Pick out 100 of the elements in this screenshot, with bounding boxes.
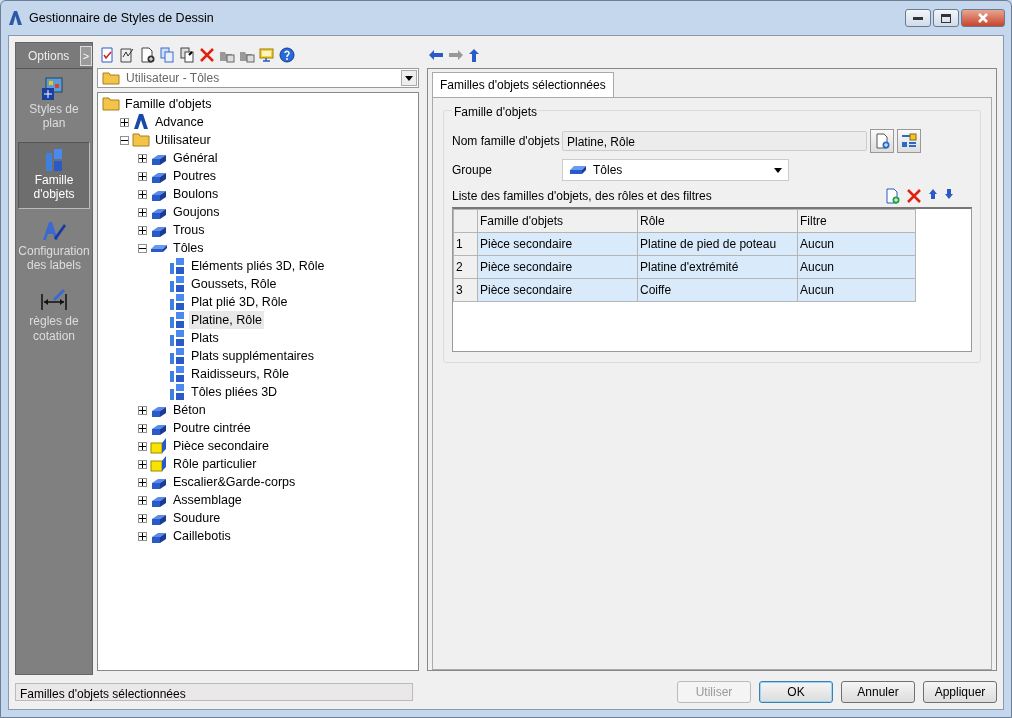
monitor-icon[interactable] xyxy=(259,47,275,63)
tree-item[interactable]: Poutre cintrée xyxy=(171,418,253,438)
expand-toggle[interactable] xyxy=(138,189,147,199)
caret-icon xyxy=(405,75,413,81)
tree-item[interactable]: Poutres xyxy=(171,166,219,186)
tree-item[interactable]: Raidisseurs, Rôle xyxy=(189,364,291,384)
logo-icon xyxy=(132,113,150,131)
list-icon xyxy=(901,133,917,149)
tree-item[interactable]: Béton xyxy=(171,400,208,420)
plus-icon xyxy=(139,532,146,540)
tab[interactable]: Familles d'objets sélectionnées xyxy=(432,72,614,97)
dialog-button[interactable]: Annuler xyxy=(841,681,915,703)
tree-item[interactable]: Famille d'objets xyxy=(123,94,214,114)
expand-toggle[interactable] xyxy=(138,171,147,181)
paste-icon[interactable] xyxy=(179,47,195,63)
table-cell: Pièce secondaire xyxy=(477,232,638,256)
plus-icon xyxy=(139,460,146,468)
up-arrow-icon[interactable] xyxy=(469,48,479,62)
column-header[interactable]: Filtre xyxy=(797,209,916,233)
row-number: 1 xyxy=(453,232,478,256)
field-label: Nom famille d'objets xyxy=(452,133,561,150)
maximize-button[interactable] xyxy=(933,9,959,27)
expand-toggle[interactable] xyxy=(138,207,147,217)
blocks-icon xyxy=(168,365,186,383)
window-title: Gestionnaire de Styles de Dessin xyxy=(29,9,214,27)
collapse-toggle[interactable] xyxy=(138,243,147,253)
properties-button[interactable] xyxy=(897,129,921,153)
table-cell: Aucun xyxy=(797,255,916,279)
table-cell: Coiffe xyxy=(637,278,798,302)
plus-icon xyxy=(139,226,146,234)
tree-item[interactable]: Goussets, Rôle xyxy=(189,274,279,294)
tree-item[interactable]: Boulons xyxy=(171,184,221,204)
row-number: 3 xyxy=(453,278,478,302)
table-cell: Pièce secondaire xyxy=(477,278,638,302)
tree-item[interactable]: Platine, Rôle xyxy=(189,310,264,330)
row-number: 2 xyxy=(453,255,478,279)
plus-icon xyxy=(139,406,146,414)
tree-item[interactable]: Tôles xyxy=(171,238,206,258)
expand-toggle[interactable] xyxy=(138,531,147,541)
tree-item[interactable]: Goujons xyxy=(171,202,222,222)
expand-toggle[interactable] xyxy=(120,117,129,127)
tree-item[interactable]: Soudure xyxy=(171,508,223,528)
plus-icon xyxy=(139,514,146,522)
move-down-icon[interactable] xyxy=(944,188,954,200)
delete-icon[interactable] xyxy=(199,47,215,63)
tree-item[interactable]: Pièce secondaire xyxy=(171,436,271,456)
expand-toggle[interactable] xyxy=(138,495,147,505)
field-label: Groupe xyxy=(452,162,494,179)
checked-document-icon[interactable] xyxy=(99,47,115,63)
collapse-toggle[interactable] xyxy=(120,135,129,145)
tree-item[interactable]: Plats xyxy=(189,328,221,348)
expand-toggle[interactable] xyxy=(138,153,147,163)
tree-item[interactable]: Général xyxy=(171,148,220,168)
new-document-button[interactable] xyxy=(870,129,894,153)
list-label: Liste des familles d'objets, des rôles et des filtres xyxy=(452,188,712,205)
style-dropdown[interactable]: Utilisateur - Tôles xyxy=(97,68,419,88)
tree-item[interactable]: Assemblage xyxy=(171,490,244,510)
blocks-icon xyxy=(168,311,186,329)
status-bar: Familles d'objets sélectionnées xyxy=(15,683,413,701)
tree-item[interactable]: Advance xyxy=(153,112,206,132)
dialog-button[interactable]: Appliquer xyxy=(923,681,997,703)
new-document-icon[interactable] xyxy=(139,47,155,63)
expand-toggle[interactable] xyxy=(138,441,147,451)
close-button[interactable] xyxy=(961,9,1005,27)
tree-item[interactable]: Plat plié 3D, Rôle xyxy=(189,292,290,312)
tree-item[interactable]: Escalier&Garde-corps xyxy=(171,472,298,492)
dialog-button[interactable]: OK xyxy=(759,681,833,703)
help-icon[interactable] xyxy=(279,47,295,63)
expand-toggle[interactable] xyxy=(138,459,147,469)
expand-toggle[interactable] xyxy=(138,405,147,415)
tree-item[interactable]: Trous xyxy=(171,220,207,240)
expand-toggle[interactable] xyxy=(138,423,147,433)
tree-item[interactable]: Eléments pliés 3D, Rôle xyxy=(189,256,327,276)
tree-item[interactable]: Caillebotis xyxy=(171,526,233,546)
tree-item[interactable]: Utilisateur xyxy=(153,130,213,150)
name-field[interactable]: Platine, Rôle xyxy=(562,131,867,151)
expand-toggle[interactable] xyxy=(138,513,147,523)
new-document-icon xyxy=(874,133,890,149)
minimize-button[interactable] xyxy=(905,9,931,27)
tree-item[interactable]: Rôle particulier xyxy=(171,454,259,474)
column-header[interactable]: Famille d'objets xyxy=(477,209,638,233)
part-icon xyxy=(150,455,168,473)
plate-icon xyxy=(569,164,587,176)
table-cell: Platine de pied de poteau xyxy=(637,232,798,256)
maximize-icon xyxy=(941,13,951,23)
blocks-icon xyxy=(168,293,186,311)
column-header[interactable]: Rôle xyxy=(637,209,798,233)
add-row-icon[interactable] xyxy=(884,188,900,204)
tree-item[interactable]: Tôles pliées 3D xyxy=(189,382,280,402)
move-up-icon[interactable] xyxy=(928,188,938,200)
back-arrow-icon[interactable] xyxy=(429,50,443,60)
expand-toggle[interactable] xyxy=(138,225,147,235)
blocks-icon xyxy=(168,257,186,275)
expand-toggle[interactable] xyxy=(138,477,147,487)
delete-icon[interactable] xyxy=(906,188,922,204)
group-dropdown[interactable]: Tôles xyxy=(562,159,789,181)
tree-item[interactable]: Plats supplémentaires xyxy=(189,346,316,366)
table-cell: Aucun xyxy=(797,232,916,256)
folder-icon xyxy=(102,95,120,113)
sidebar-item[interactable]: Famille d'objets xyxy=(18,141,90,209)
